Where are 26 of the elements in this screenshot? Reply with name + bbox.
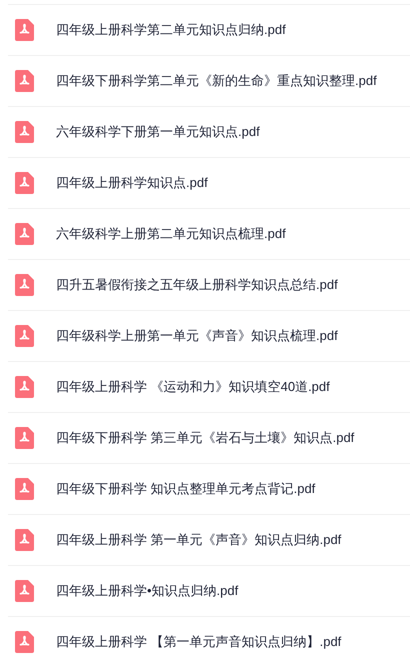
file-name[interactable]: 四升五暑假衔接之五年级上册科学知识点总结.pdf xyxy=(56,275,338,295)
pdf-file-icon xyxy=(15,478,34,500)
pdf-file-icon xyxy=(15,325,34,347)
file-name[interactable]: 四年级科学上册第一单元《声音》知识点梳理.pdf xyxy=(56,326,338,346)
pdf-file-icon xyxy=(15,172,34,194)
pdf-file-icon xyxy=(15,19,34,41)
pdf-file-icon xyxy=(15,376,34,398)
pdf-file-icon xyxy=(15,121,34,143)
pdf-file-icon xyxy=(15,70,34,92)
file-name[interactable]: 四年级上册科学第二单元知识点归纳.pdf xyxy=(56,20,286,40)
file-name[interactable]: 四年级下册科学 第三单元《岩石与土壤》知识点.pdf xyxy=(56,428,354,448)
file-name[interactable]: 四年级下册科学第二单元《新的生命》重点知识整理.pdf xyxy=(56,71,377,91)
pdf-file-icon xyxy=(15,580,34,602)
file-name[interactable]: 四年级上册科学 第一单元《声音》知识点归纳.pdf xyxy=(56,530,342,550)
file-name[interactable]: 四年级上册科学 《运动和力》知识填空40道.pdf xyxy=(56,377,330,397)
file-name[interactable]: 四年级上册科学 【第一单元声音知识点归纳】.pdf xyxy=(56,632,342,652)
file-name[interactable]: 四年级上册科学•知识点归纳.pdf xyxy=(56,581,238,601)
file-name[interactable]: 六年级科学下册第一单元知识点.pdf xyxy=(56,122,260,142)
pdf-file-icon xyxy=(15,274,34,296)
pdf-file-icon xyxy=(15,427,34,449)
pdf-file-icon xyxy=(15,529,34,551)
file-name[interactable]: 四年级下册科学 知识点整理单元考点背记.pdf xyxy=(56,479,316,499)
file-name[interactable]: 四年级上册科学知识点.pdf xyxy=(56,173,208,193)
file-name[interactable]: 六年级科学上册第二单元知识点梳理.pdf xyxy=(56,224,286,244)
pdf-file-icon xyxy=(15,223,34,245)
pdf-file-icon xyxy=(15,631,34,653)
